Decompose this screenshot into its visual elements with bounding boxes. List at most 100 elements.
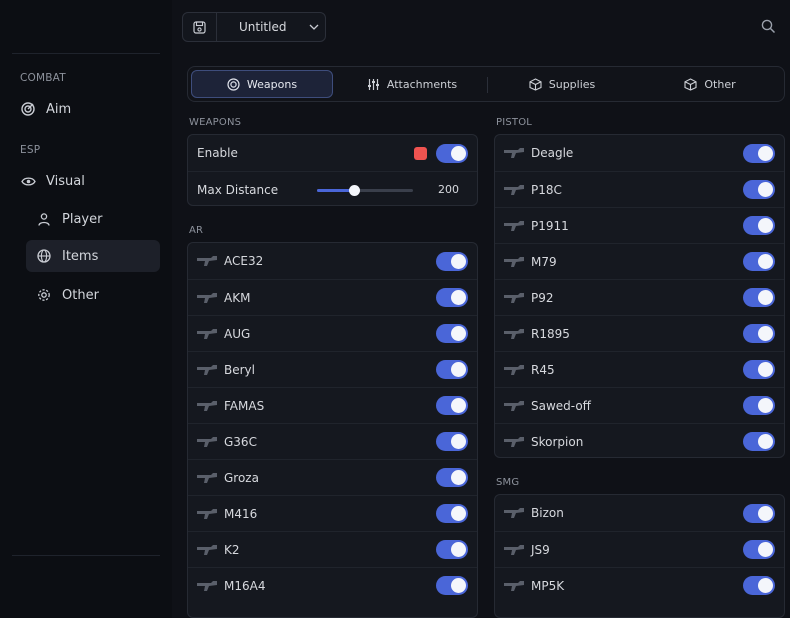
gun-icon [196,506,218,522]
weapon-row: ACE32 [188,243,477,279]
color-swatch[interactable] [414,146,427,160]
slider-thumb[interactable] [348,184,360,196]
tab-supplies[interactable]: Supplies [489,70,635,98]
sidebar-section-combat: COMBAT [20,72,66,84]
sidebar-item-label: Player [62,211,103,227]
section-label-smg: SMG [496,477,520,488]
category-tabs: Weapons Attachments Supplies Other [187,66,785,102]
weapon-row: AUG [188,315,477,351]
tab-other[interactable]: Other [637,70,783,98]
tab-weapons[interactable]: Weapons [191,70,333,98]
weapon-toggle[interactable] [436,324,468,343]
sidebar-divider-top [12,53,160,54]
weapon-row: Skorpion [495,423,784,457]
smg-panel: Bizon JS9 MP5K [494,494,785,618]
weapon-label: R45 [531,362,555,377]
gun-icon [503,362,525,378]
weapon-row: Beryl [188,351,477,387]
weapon-row: JS9 [495,531,784,567]
sidebar-item-visual[interactable]: Visual [20,172,160,190]
gun-icon [196,542,218,558]
gun-icon [503,434,525,450]
weapon-toggle[interactable] [743,503,775,523]
weapon-row: G36C [188,423,477,459]
enable-label: Enable [197,146,238,160]
gun-icon [196,434,218,450]
weapon-label: MP5K [531,578,565,593]
weapon-row: Sawed-off [495,387,784,423]
max-distance-value: 200 [438,183,459,196]
weapon-row: K2 [188,531,477,567]
weapon-toggle[interactable] [743,216,775,235]
weapon-row: P18C [495,171,784,207]
weapon-row: Bizon [495,495,784,531]
gun-icon [503,290,525,306]
sidebar-item-label: Items [62,248,99,264]
weapon-toggle[interactable] [436,540,468,559]
gun-icon [503,505,525,521]
weapon-toggle[interactable] [743,252,775,271]
weapon-label: FAMAS [224,398,265,413]
tab-attachments[interactable]: Attachments [339,70,485,98]
tab-label: Other [704,77,736,91]
weapon-label: P18C [531,182,562,197]
weapon-row: FAMAS [188,387,477,423]
save-icon[interactable] [183,13,217,41]
weapon-toggle[interactable] [436,288,468,307]
chevron-down-icon[interactable] [303,24,325,30]
weapon-toggle[interactable] [743,324,775,343]
weapon-toggle[interactable] [743,396,775,415]
tab-separator [487,77,488,93]
weapon-toggle[interactable] [743,576,775,595]
weapon-toggle[interactable] [743,180,775,199]
weapon-toggle[interactable] [743,540,775,559]
gun-icon [503,326,525,342]
gun-icon [503,254,525,270]
gun-icon [196,578,218,594]
gun-icon [503,398,525,414]
sidebar-item-aim[interactable]: Aim [20,100,160,118]
weapon-toggle[interactable] [743,360,775,379]
weapon-label: M79 [531,254,557,269]
tab-label: Supplies [548,77,596,91]
weapon-row: R1895 [495,315,784,351]
weapon-row: MP5K [495,567,784,603]
max-distance-label: Max Distance [197,182,279,197]
target-icon [227,77,240,91]
weapons-panel: Enable Max Distance 200 [187,134,478,206]
max-distance-slider[interactable] [317,184,413,196]
weapon-toggle[interactable] [743,143,775,163]
weapon-label: P1911 [531,218,569,233]
weapon-toggle[interactable] [436,576,468,595]
weapon-toggle[interactable] [436,396,468,415]
weapon-row: M16A4 [188,567,477,603]
config-selector[interactable]: Untitled [182,12,326,42]
weapon-toggle[interactable] [743,288,775,307]
ar-panel: ACE32 AKM AUG Beryl FAMAS G36C Groza M416 K2 M16A… [187,242,478,618]
sidebar-item-items[interactable]: Items [26,240,160,272]
weapon-label: Beryl [224,362,255,377]
weapon-toggle[interactable] [436,432,468,451]
weapon-toggle[interactable] [743,432,775,451]
search-icon[interactable] [761,19,777,35]
weapon-label: R1895 [531,326,570,341]
eye-icon [20,173,36,189]
weapon-toggle[interactable] [436,468,468,487]
gun-icon [503,182,525,198]
gun-icon [503,218,525,234]
gun-icon [503,542,525,558]
globe-icon [36,248,52,264]
weapon-toggle[interactable] [436,360,468,379]
sidebar-item-other[interactable]: Other [36,286,156,304]
weapon-label: M416 [224,506,258,521]
main-content: Untitled Weapons Attachments Supplies Ot… [172,0,790,618]
gun-icon [196,362,218,378]
enable-toggle[interactable] [436,143,468,163]
weapon-toggle[interactable] [436,504,468,523]
weapon-label: AUG [224,326,251,341]
weapon-toggle[interactable] [436,251,468,271]
weapon-row: P1911 [495,207,784,243]
weapon-label: M16A4 [224,578,266,593]
weapon-row: Groza [188,459,477,495]
sidebar-item-player[interactable]: Player [36,210,156,228]
